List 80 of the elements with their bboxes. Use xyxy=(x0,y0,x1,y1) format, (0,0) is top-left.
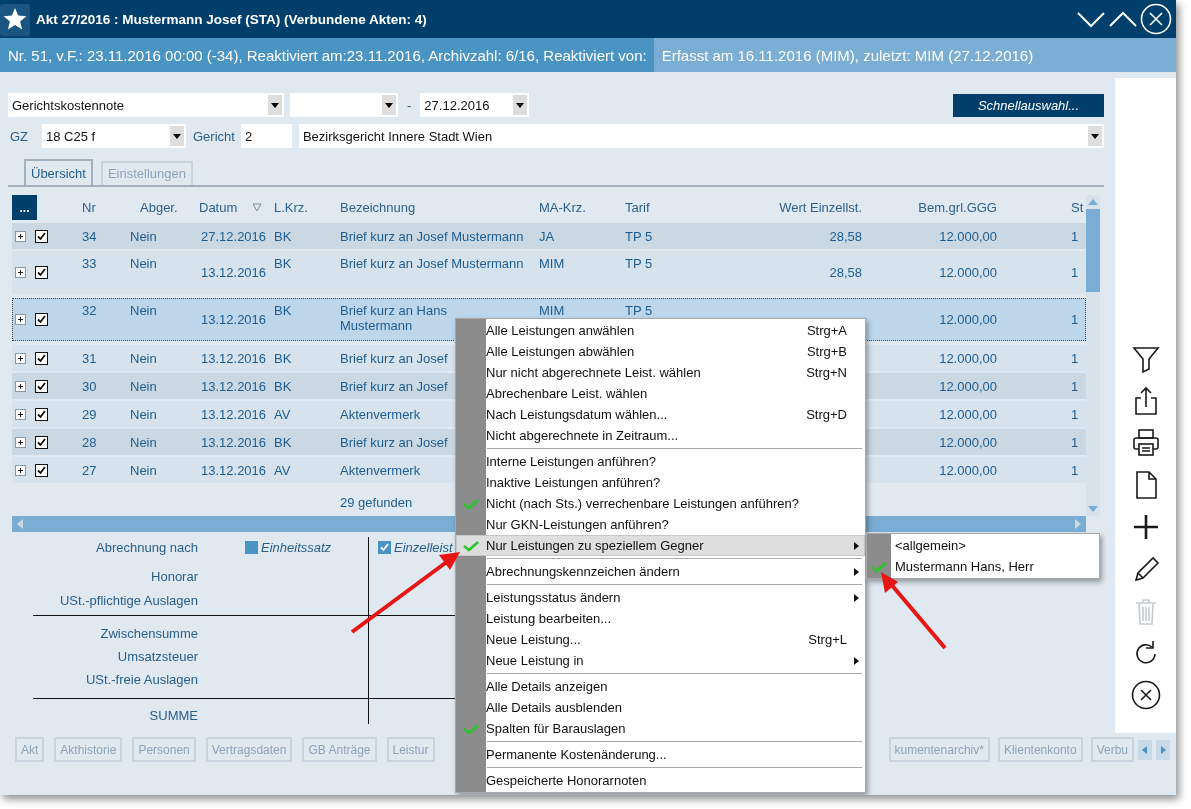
table-cell: 13.12.2016 xyxy=(201,265,267,280)
info-text: Nr. 51, v.F.: 23.11.2016 00:00 (-34), Reaktiviert am:23.11.2016, Archivzahl: 6/16, Reaktiviert von: xyxy=(0,38,654,72)
table-cell: AV xyxy=(274,462,291,478)
table-cell: Nein xyxy=(130,462,157,478)
summary-label: USt.-freie Auslagen xyxy=(85,672,198,687)
summary-label: Abrechnung nach xyxy=(95,539,198,555)
table-cell: Nein xyxy=(130,256,157,271)
date-separator: - xyxy=(407,97,412,113)
table-cell: 1 xyxy=(1071,265,1079,280)
table-cell: TP 5 xyxy=(625,228,653,244)
table-cell: MIM xyxy=(539,256,565,271)
table-cell: BK xyxy=(274,256,292,271)
table-cell: 12.000,00 xyxy=(939,228,997,244)
table-cell: 27.12.2016 xyxy=(201,228,267,244)
table-cell: 13.12.2016 xyxy=(201,350,267,366)
table-cell: BK xyxy=(274,434,292,450)
table-cell: 28,58 xyxy=(829,265,862,280)
table-cell: 32 xyxy=(82,303,97,318)
table-cell: 27 xyxy=(82,462,97,478)
table-cell: 28,58 xyxy=(829,228,862,244)
table-cell: AV xyxy=(274,406,291,422)
result-count: 29 gefunden xyxy=(340,494,413,510)
table-cell: 12.000,00 xyxy=(939,434,997,450)
table-cell: TP 5 xyxy=(625,303,653,318)
table-cell: 1 xyxy=(1071,350,1079,366)
table-cell: 1 xyxy=(1071,378,1079,394)
table-cell: 1 xyxy=(1071,462,1079,478)
table-cell: 30 xyxy=(82,378,97,394)
option-label: Einzelleist xyxy=(394,539,453,555)
table-cell: 13.12.2016 xyxy=(201,434,267,450)
table-cell: 28 xyxy=(82,434,97,450)
table-cell: Brief kurz an Josef xyxy=(340,434,448,450)
table-cell: 12.000,00 xyxy=(939,350,997,366)
table-cell: BK xyxy=(274,303,292,318)
table-cell: 13.12.2016 xyxy=(201,378,267,394)
table-cell: MIM xyxy=(539,303,565,318)
summary-label: Zwischensumme xyxy=(99,626,198,641)
summary-label: Honorar xyxy=(150,568,198,584)
table-cell: 12.000,00 xyxy=(939,312,997,327)
table-cell: 31 xyxy=(82,350,97,366)
table-cell: Brief kurz an Josef Mustermann xyxy=(340,256,524,271)
table-cell: 13.12.2016 xyxy=(201,462,267,478)
table-cell: Nein xyxy=(130,228,157,244)
table-cell: 34 xyxy=(82,228,97,244)
table-cell: 12.000,00 xyxy=(939,265,997,280)
table-cell: 12.000,00 xyxy=(939,462,997,478)
table-cell: JA xyxy=(539,228,555,244)
table-cell: Brief kurz an Josef Mustermann xyxy=(340,228,524,244)
info-text: Erfasst am 16.11.2016 (MIM), zuletzt: MIM (27.12.2016) xyxy=(653,38,1176,72)
table-cell: Nein xyxy=(130,406,157,422)
summary-label: USt.-pflichtige Auslagen xyxy=(58,592,198,608)
table-cell: Brief kurz an Josef xyxy=(340,350,448,366)
summary-label: SUMME xyxy=(148,707,198,723)
window-title: Akt 27/2016 : Mustermann Josef (STA) (Verbundene Akten: 4) xyxy=(36,11,428,27)
table-cell: 1 xyxy=(1071,228,1079,244)
option-label: Einheitssatz xyxy=(261,539,332,555)
table-cell: Nein xyxy=(130,378,157,394)
table-cell: BK xyxy=(274,228,292,244)
table-cell: 1 xyxy=(1071,406,1079,422)
table-cell: BK xyxy=(274,350,292,366)
table-cell: Nein xyxy=(130,350,157,366)
table-cell: Aktenvermerk xyxy=(340,406,421,422)
table-cell: 13.12.2016 xyxy=(201,406,267,422)
table-cell: 12.000,00 xyxy=(939,406,997,422)
table-cell: 13.12.2016 xyxy=(201,312,267,327)
table-cell: TP 5 xyxy=(625,256,653,271)
table-cell: 12.000,00 xyxy=(939,378,997,394)
table-cell: BK xyxy=(274,378,292,394)
table-cell: 33 xyxy=(82,256,97,271)
field-label: GZ xyxy=(9,128,30,144)
table-cell: 29 xyxy=(82,406,97,422)
table-cell: 1 xyxy=(1071,312,1079,327)
table-cell: Nein xyxy=(130,434,157,450)
table-cell: Brief kurz an Hans Mustermann xyxy=(340,303,447,333)
table-cell: Aktenvermerk xyxy=(340,462,421,478)
field-label: Gericht xyxy=(193,128,235,144)
table-cell: Nein xyxy=(130,303,157,318)
summary-label: Umsatzsteuer xyxy=(116,649,198,664)
table-cell: 1 xyxy=(1071,434,1079,450)
table-cell: Brief kurz an Josef xyxy=(340,378,448,394)
